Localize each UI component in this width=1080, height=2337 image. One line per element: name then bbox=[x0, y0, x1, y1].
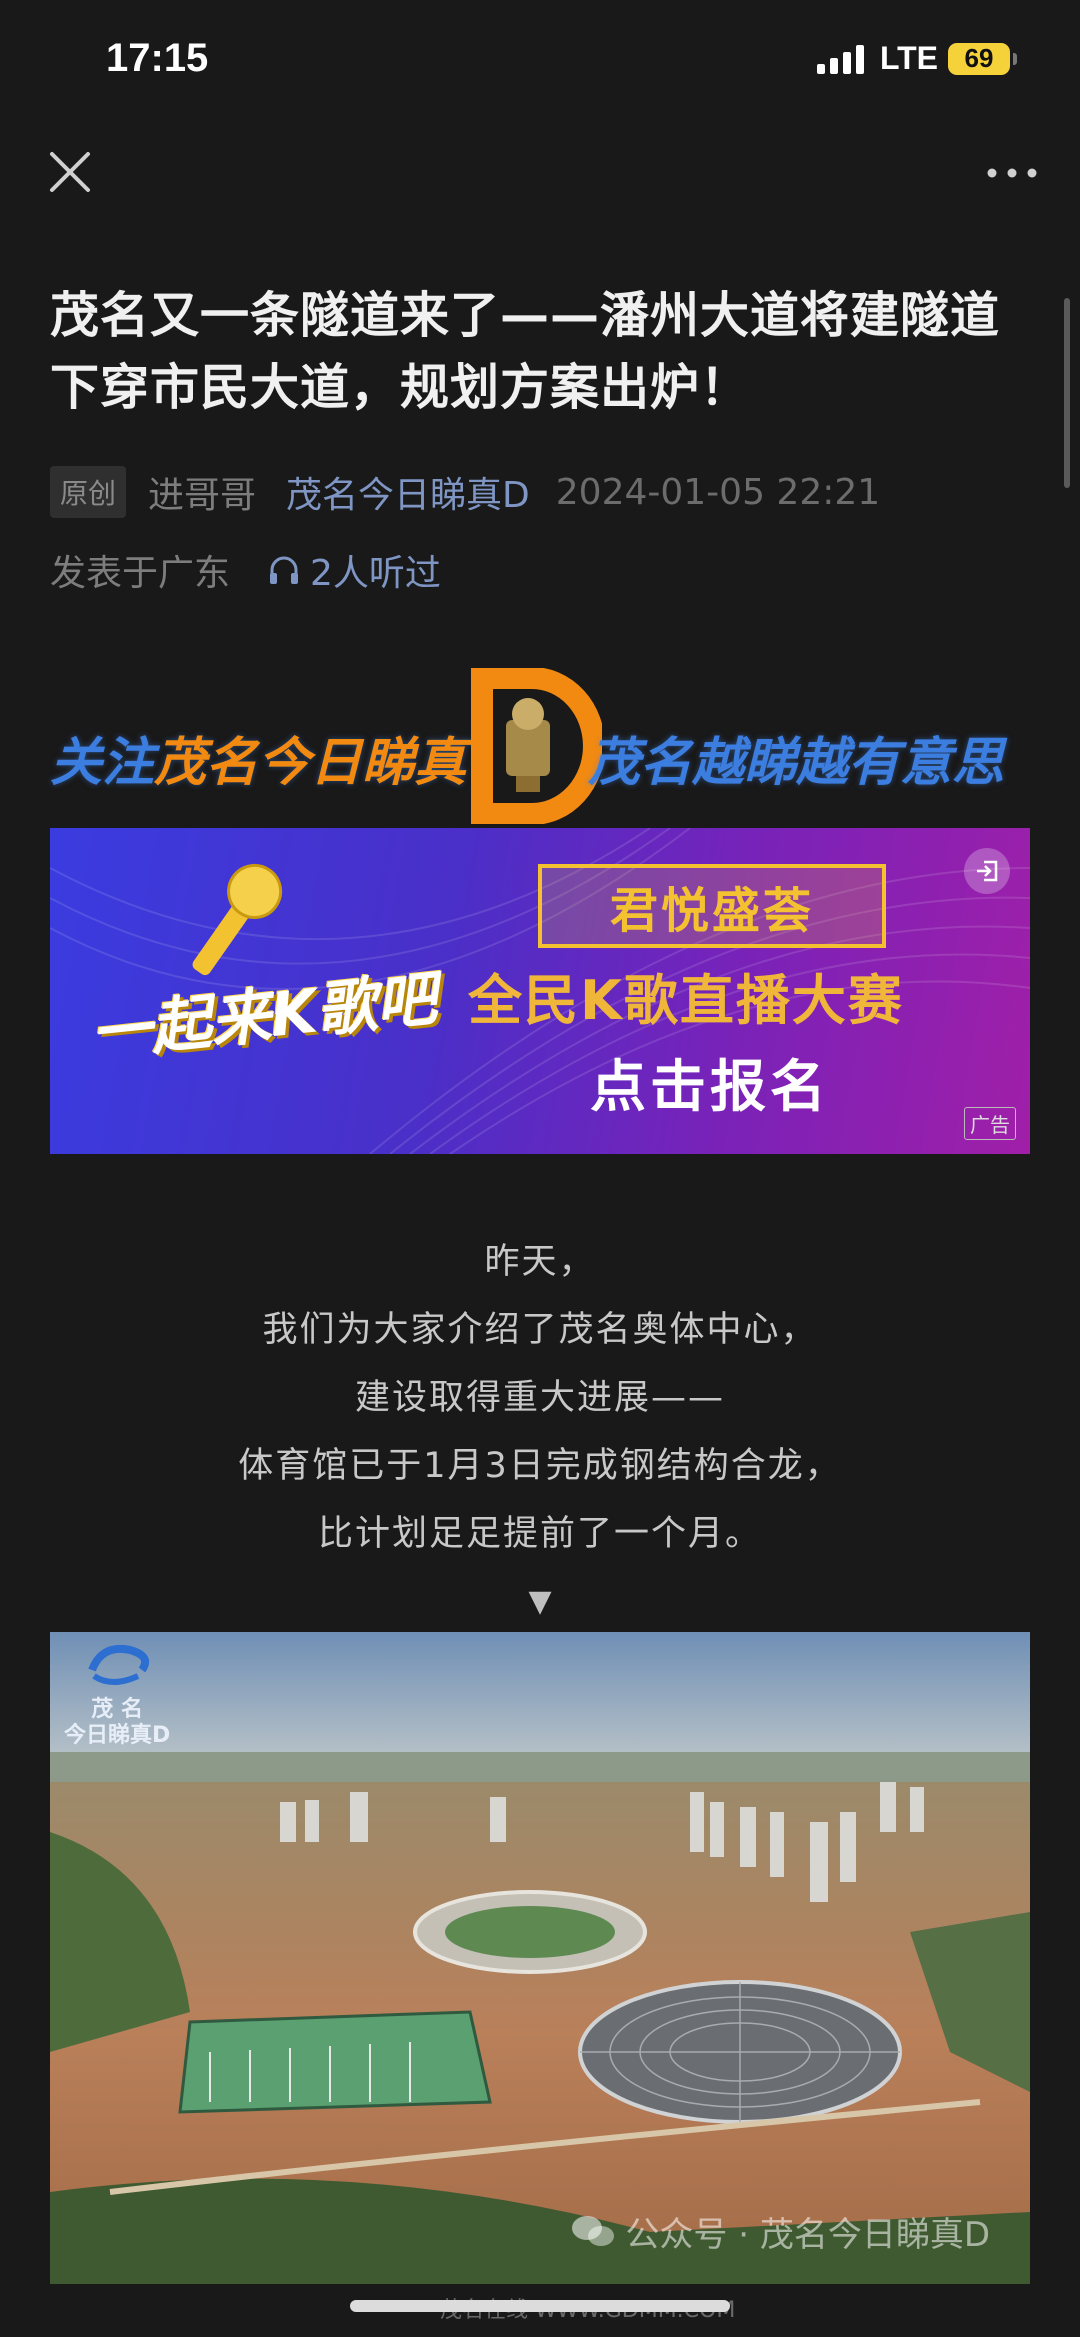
follow-prefix: 关注 bbox=[50, 733, 155, 793]
ad-banner[interactable]: 一起来K歌吧 君悦盛荟 全民K歌直播大赛 点击报名 广告 bbox=[50, 828, 1030, 1154]
follow-banner-right: 茂名越睇越有意思 bbox=[588, 733, 1005, 793]
article-title: 茂名又一条隧道来了——潘州大道将建隧道下穿市民大道，规划方案出炉！ bbox=[50, 287, 1001, 416]
close-icon[interactable] bbox=[44, 146, 96, 198]
body-line: 体育馆已于1月3日完成钢结构合龙， bbox=[238, 1446, 842, 1486]
listen-button[interactable]: 2人听过 bbox=[266, 544, 441, 596]
author-name: 进哥哥 bbox=[148, 475, 257, 516]
ad-headline: 全民K歌直播大赛 bbox=[468, 969, 904, 1032]
article-photo[interactable]: 茂 名 今日睇真D 公众号 · 茂名今日睇真D bbox=[50, 1632, 1030, 2284]
battery-level: 69 bbox=[964, 43, 994, 73]
status-icons: LTE 69 bbox=[816, 40, 1017, 77]
more-options-icon[interactable] bbox=[982, 158, 1042, 188]
photo-watermark: 公众号 · 茂名今日睇真D bbox=[571, 2207, 990, 2256]
home-indicator[interactable] bbox=[350, 2300, 730, 2312]
body-line: 我们为大家介绍了茂名奥体中心， bbox=[262, 1310, 818, 1350]
publish-date: 2024-01-05 22:21 bbox=[555, 471, 881, 513]
signal-icon bbox=[816, 44, 864, 74]
follow-highlight: 茂名今日睇真 bbox=[154, 733, 467, 793]
publish-location: 发表于广东 bbox=[50, 553, 231, 594]
ad-cta: 点击报名 bbox=[590, 1055, 830, 1120]
photo-logo-line1: 茂 名 bbox=[91, 1697, 143, 1722]
ad-brand: 君悦盛荟 bbox=[609, 883, 814, 939]
watermark-text: 公众号 · 茂名今日睇真D bbox=[625, 2215, 990, 2255]
photo-logo-line2: 今日睇真D bbox=[64, 1723, 171, 1748]
follow-banner: 关注茂名今日睇真 茂名越睇越有意思 bbox=[50, 668, 1030, 824]
body-line: 建设取得重大进展—— bbox=[354, 1378, 725, 1418]
status-time: 17:15 bbox=[106, 36, 209, 80]
article-body: 昨天， 我们为大家介绍了茂名奥体中心， 建设取得重大进展—— 体育馆已于1月3日… bbox=[50, 1228, 1030, 1636]
ad-brand-frame: 君悦盛荟 bbox=[538, 864, 886, 948]
open-external-icon bbox=[977, 860, 998, 882]
follow-banner-left: 关注茂名今日睇真 bbox=[50, 720, 466, 795]
aerial-stadium-image bbox=[50, 1632, 1030, 2284]
article-meta: 原创 进哥哥 茂名今日睇真D 2024-01-05 22:21 bbox=[50, 466, 880, 518]
down-arrow-icon: ▼ bbox=[528, 1584, 552, 1619]
listen-count: 2人听过 bbox=[310, 553, 441, 594]
account-link[interactable]: 茂名今日睇真D bbox=[286, 466, 530, 518]
original-badge: 原创 bbox=[50, 466, 127, 518]
body-line: 比计划足足提前了一个月。 bbox=[317, 1514, 762, 1554]
wechat-icon bbox=[572, 2215, 615, 2246]
headphones-icon bbox=[270, 556, 299, 584]
body-line: 昨天， bbox=[484, 1242, 596, 1282]
ad-label: 广告 bbox=[964, 1107, 1016, 1140]
account-logo-icon bbox=[471, 668, 602, 824]
photo-logo: 茂 名 今日睇真D bbox=[64, 1640, 170, 1749]
battery-icon: 69 bbox=[948, 42, 1017, 75]
article-meta-secondary: 发表于广东 2人听过 bbox=[50, 544, 441, 596]
ad-open-icon[interactable] bbox=[964, 848, 1010, 894]
network-type: LTE bbox=[879, 40, 938, 76]
account-logo-mark-icon bbox=[88, 1645, 150, 1685]
scrollbar[interactable] bbox=[1064, 298, 1070, 488]
